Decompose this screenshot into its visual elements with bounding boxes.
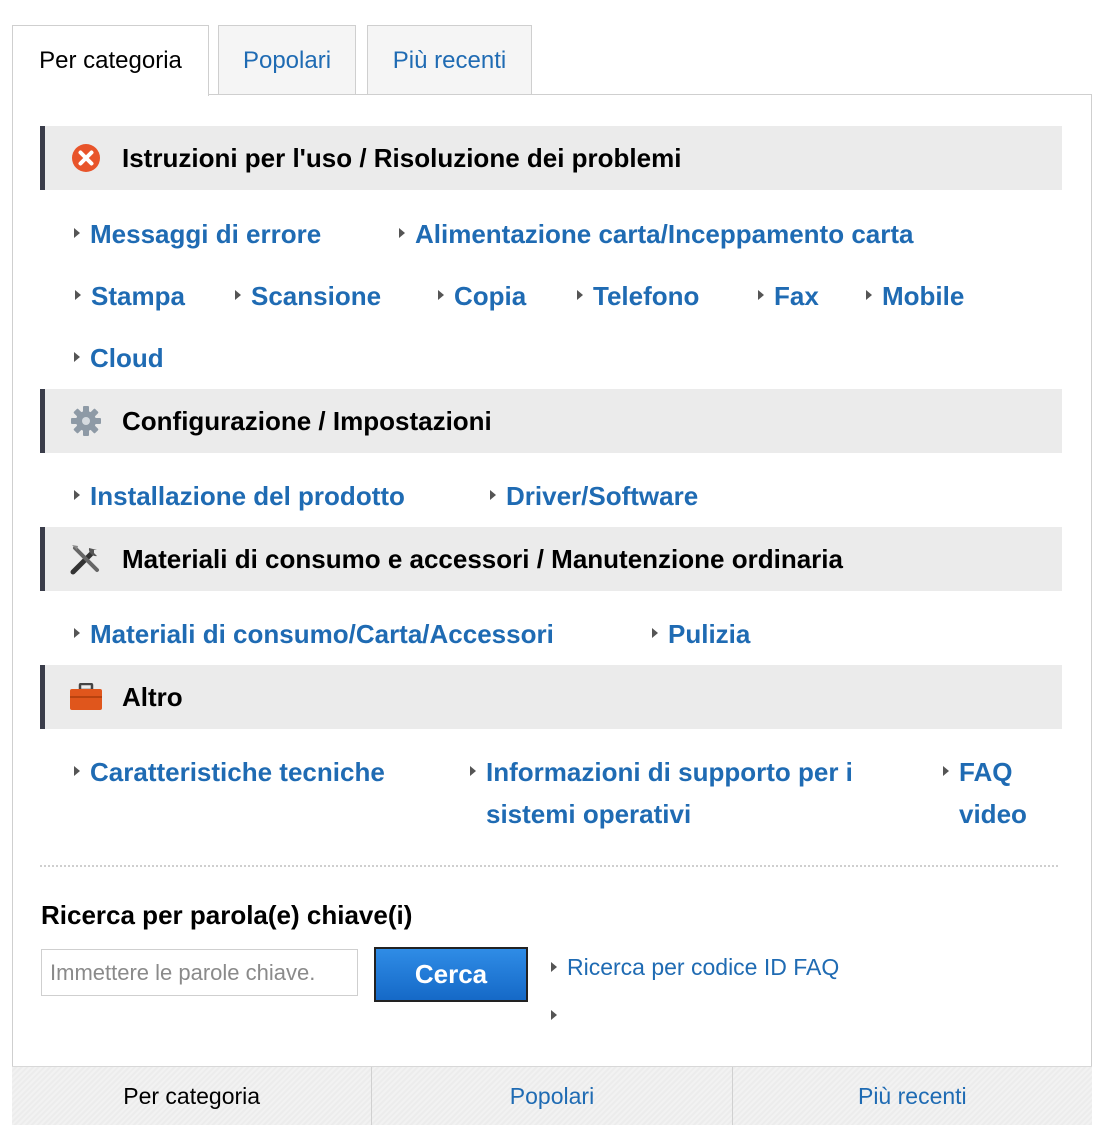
section-title: Configurazione / Impostazioni	[122, 405, 492, 436]
bottom-tab-piu-recenti[interactable]: Più recenti	[731, 1067, 1092, 1125]
bottom-tab-per-categoria[interactable]: Per categoria	[12, 1067, 371, 1125]
link-cloud[interactable]: Cloud	[72, 337, 164, 379]
link-alimentazione-carta[interactable]: Alimentazione carta/Inceppamento carta	[397, 213, 913, 255]
gear-icon	[69, 404, 103, 438]
link-scansione[interactable]: Scansione	[233, 275, 381, 317]
arrow-bullet-icon	[549, 1002, 563, 1022]
section-title: Altro	[122, 681, 183, 712]
link-faq-video[interactable]: FAQ video	[941, 751, 1051, 835]
link-messaggi-di-errore[interactable]: Messaggi di errore	[72, 213, 321, 255]
search-button[interactable]: Cerca	[374, 947, 528, 1002]
section-title: Istruzioni per l'uso / Risoluzione dei p…	[122, 142, 682, 173]
link-caratteristiche-tecniche[interactable]: Caratteristiche tecniche	[72, 751, 385, 793]
section-header-consumables: Materiali di consumo e accessori / Manut…	[40, 527, 1062, 591]
tab-popolari[interactable]: Popolari	[218, 25, 356, 95]
error-x-icon	[69, 141, 103, 175]
section-header-other: Altro	[40, 665, 1062, 729]
keyword-search-input[interactable]	[41, 949, 358, 996]
link-copia[interactable]: Copia	[436, 275, 526, 317]
link-driver-software[interactable]: Driver/Software	[488, 475, 698, 517]
link-pulizia[interactable]: Pulizia	[650, 613, 750, 655]
link-search-faq-id[interactable]: Ricerca per codice ID FAQ	[549, 954, 839, 981]
link-installazione-prodotto[interactable]: Installazione del prodotto	[72, 475, 405, 517]
tab-piu-recenti[interactable]: Più recenti	[367, 25, 532, 95]
tab-per-categoria[interactable]: Per categoria	[12, 25, 209, 96]
toolbox-icon	[69, 680, 103, 714]
link-materiali-di-consumo[interactable]: Materiali di consumo/Carta/Accessori	[72, 613, 554, 655]
tools-icon	[69, 542, 103, 576]
section-header-configuration: Configurazione / Impostazioni	[40, 389, 1062, 453]
search-title: Ricerca per parola(e) chiave(i)	[41, 900, 413, 930]
section-header-troubleshooting: Istruzioni per l'uso / Risoluzione dei p…	[40, 126, 1062, 190]
section-title: Materiali di consumo e accessori / Manut…	[122, 543, 843, 574]
link-stampa[interactable]: Stampa	[73, 275, 185, 317]
bottom-tab-popolari[interactable]: Popolari	[371, 1067, 731, 1125]
link-informazioni-supporto-os[interactable]: Informazioni di supporto per i sistemi o…	[468, 751, 908, 835]
category-tabs: Per categoria Popolari Più recenti	[12, 25, 1092, 96]
bottom-tab-bar: Per categoria Popolari Più recenti	[12, 1066, 1092, 1125]
divider	[40, 865, 1058, 867]
link-mobile[interactable]: Mobile	[864, 275, 964, 317]
link-fax[interactable]: Fax	[756, 275, 819, 317]
link-telefono[interactable]: Telefono	[575, 275, 699, 317]
